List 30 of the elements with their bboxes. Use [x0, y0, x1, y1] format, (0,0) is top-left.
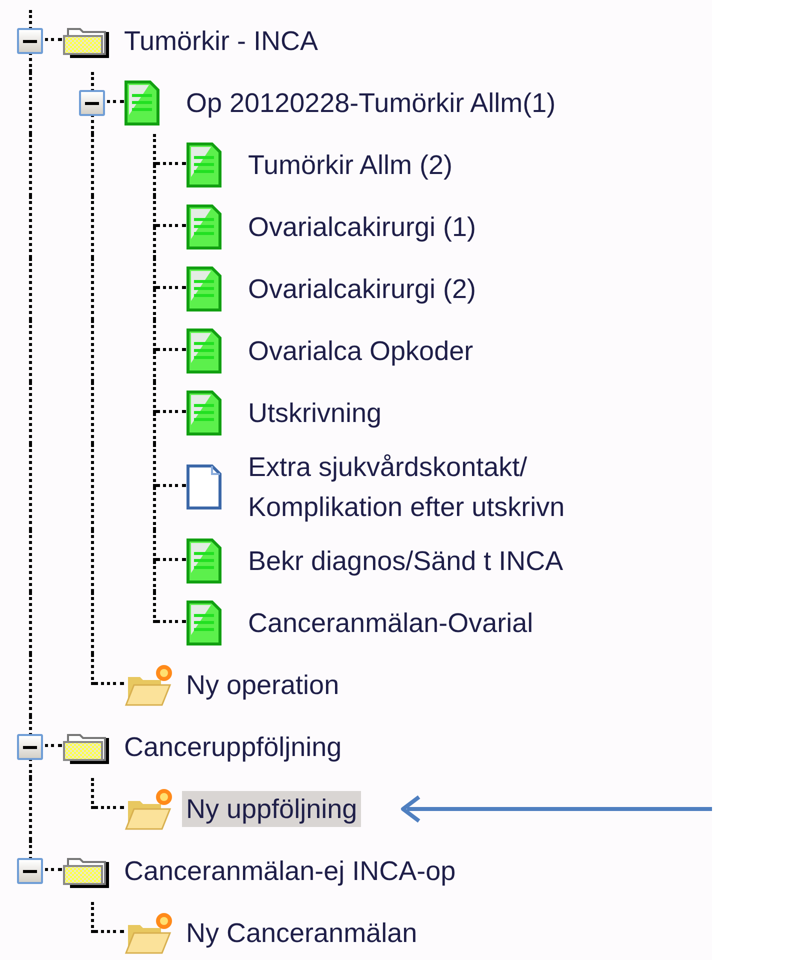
collapse-toggle[interactable] — [17, 28, 43, 54]
tree-item-label[interactable]: Ny operation — [182, 667, 344, 703]
collapse-toggle[interactable] — [79, 90, 105, 116]
document-icon — [186, 328, 222, 374]
collapse-toggle[interactable] — [17, 734, 43, 760]
tree-item-label[interactable]: Ovarialcakirurgi (2) — [244, 271, 480, 307]
tree-item-label[interactable]: Ovarialca Opkoder — [244, 333, 478, 369]
new-folder-icon — [124, 663, 174, 707]
document-icon — [186, 266, 222, 312]
blank-document-icon — [186, 464, 222, 510]
tree-item-label[interactable]: Extra sjukvårdskontakt/ Komplikation efter utskrivn — [244, 446, 569, 528]
tree-item-label[interactable]: Ovarialcakirurgi (1) — [244, 209, 480, 245]
tree-item-label[interactable]: Canceruppföljning — [120, 729, 346, 765]
tree-item-label[interactable]: Tumörkir Allm (2) — [244, 147, 457, 183]
tree-item-label[interactable]: Ny Canceranmälan — [182, 915, 422, 951]
new-folder-icon — [124, 911, 174, 955]
document-icon — [186, 600, 222, 646]
document-icon — [186, 142, 222, 188]
tree-item-label[interactable]: Op 20120228-Tumörkir Allm(1) — [182, 85, 560, 121]
document-icon — [186, 204, 222, 250]
tree-item-label[interactable]: Bekr diagnos/Sänd t INCA — [244, 543, 568, 579]
document-icon — [186, 390, 222, 436]
new-folder-icon — [124, 787, 174, 831]
document-icon — [124, 80, 160, 126]
tree-item-label[interactable]: Canceranmälan-Ovarial — [244, 605, 538, 641]
tree-item-label[interactable]: Tumörkir - INCA — [120, 23, 322, 59]
document-icon — [186, 538, 222, 584]
tree-item-label[interactable]: Canceranmälan-ej INCA-op — [120, 853, 460, 889]
collapse-toggle[interactable] — [17, 858, 43, 884]
tree-item-label[interactable]: Utskrivning — [244, 395, 386, 431]
